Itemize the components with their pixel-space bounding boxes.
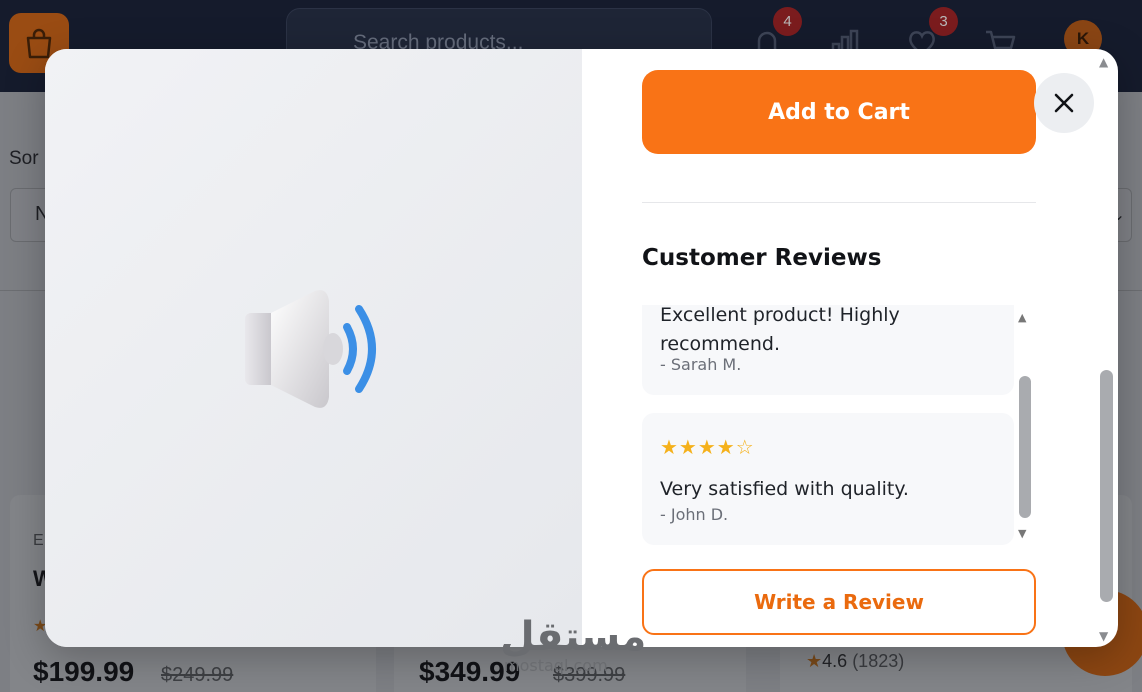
scroll-up-arrow[interactable]: ▲ [1099,55,1108,69]
close-icon [1054,93,1074,113]
review-text: Excellent product! Highly recommend. [660,305,900,355]
review-stars: ★★★★☆ [660,435,755,459]
star-icon: ★ [806,651,823,671]
product-category: E [33,532,44,549]
review-author: - Sarah M. [660,355,742,374]
reviews-list[interactable]: ★★★★★ Excellent product! Highly recommen… [642,305,1036,549]
product-price: $199.99 [33,656,135,687]
review-card: ★★★★☆ Very satisfied with quality. - Joh… [642,413,1014,545]
scroll-down-arrow[interactable]: ▼ [1099,629,1108,643]
watermark-url: mostaql.com [504,656,608,675]
reviews-scrollbar-thumb[interactable] [1019,376,1031,518]
rating-value: 4.6 [822,651,848,671]
review-author: - John D. [660,505,729,524]
review-card: ★★★★★ Excellent product! Highly recommen… [642,305,1014,395]
write-review-button[interactable]: Write a Review [642,569,1036,635]
product-rating: ★4.6 (1823) [806,651,904,672]
speaker-icon [245,290,376,408]
product-modal: Add to Cart Customer Reviews ★★★★★ Excel… [45,49,1118,647]
product-details-panel: Add to Cart Customer Reviews ★★★★★ Excel… [582,49,1118,647]
notifications-badge: 4 [773,7,802,36]
rating-count: (1823) [852,651,905,671]
review-text: Very satisfied with quality. [660,478,909,500]
product-old-price: $249.99 [161,664,234,686]
product-media [45,49,582,647]
wishlist-badge: 3 [929,7,958,36]
watermark-logo: مستقل [500,614,647,660]
close-button[interactable] [1034,73,1094,133]
reviews-heading: Customer Reviews [642,245,882,271]
divider [642,202,1036,203]
scroll-up-arrow[interactable]: ▲ [1018,311,1026,324]
add-to-cart-button[interactable]: Add to Cart [642,70,1036,154]
scroll-down-arrow[interactable]: ▼ [1018,527,1026,540]
modal-scrollbar-thumb[interactable] [1100,370,1113,602]
sort-label: Sor [9,148,39,169]
